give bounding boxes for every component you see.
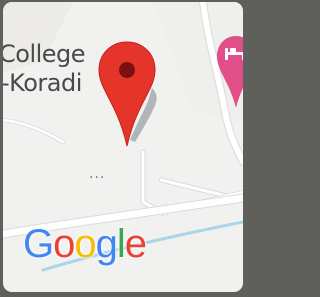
- logo-letter: e: [124, 222, 147, 266]
- map-thumbnail-frame: College -Koradi ... Google: [0, 0, 246, 297]
- place-label-line-1[interactable]: College: [3, 42, 86, 66]
- logo-letter: g: [95, 222, 118, 266]
- red-location-pin-icon[interactable]: [97, 40, 163, 150]
- hotel-pin-icon[interactable]: [216, 34, 243, 110]
- map-view[interactable]: College -Koradi ... Google: [3, 2, 243, 292]
- road-segment: [3, 118, 65, 144]
- road-segment: [140, 149, 168, 217]
- more-places-indicator: ...: [89, 166, 106, 182]
- logo-letter: l: [116, 222, 126, 266]
- google-logo: Google: [23, 222, 147, 266]
- place-label-line-2[interactable]: -Koradi: [3, 71, 82, 95]
- logo-letter: o: [74, 222, 96, 266]
- logo-letter: o: [53, 222, 75, 266]
- logo-letter: G: [23, 222, 54, 266]
